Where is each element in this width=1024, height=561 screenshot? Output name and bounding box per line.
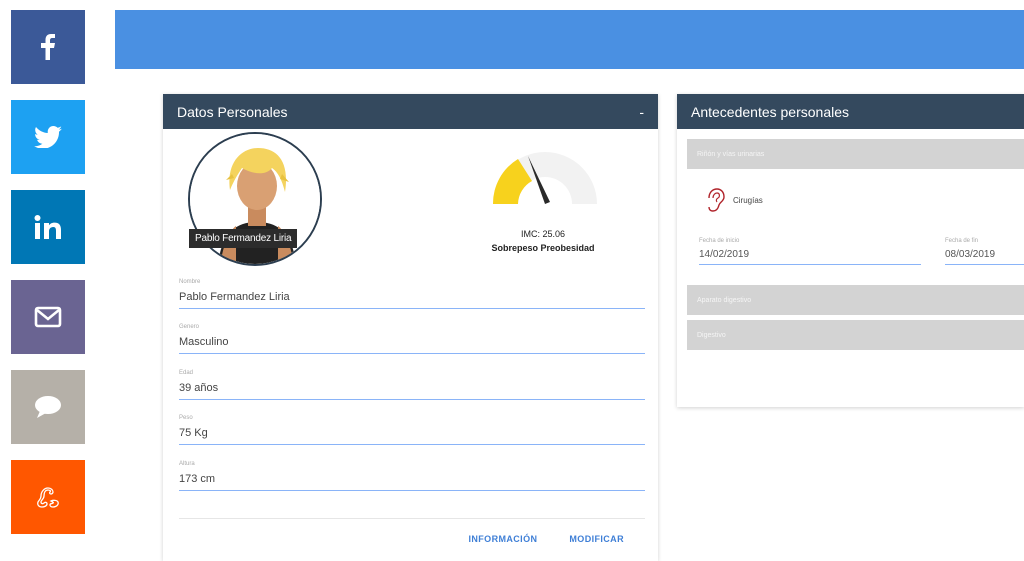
facebook-icon xyxy=(41,34,55,60)
age-value[interactable]: 39 años xyxy=(179,378,645,400)
comment-button[interactable] xyxy=(11,370,85,444)
age-label: Edad xyxy=(179,370,194,376)
gender-field[interactable]: Genero Masculino xyxy=(179,324,645,354)
height-value[interactable]: 173 cm xyxy=(179,469,645,491)
modify-button[interactable]: MODIFICAR xyxy=(569,534,624,544)
name-field[interactable]: Nombre Pablo Fermandez Liria xyxy=(179,279,645,309)
mail-button[interactable] xyxy=(11,280,85,354)
section-digestive-system-label: Aparato digestivo xyxy=(697,296,752,304)
card-actions: INFORMACIÓN MODIFICAR xyxy=(468,534,624,544)
weight-value[interactable]: 75 Kg xyxy=(179,423,645,445)
bmi-readout: IMC: 25.06 Sobrepeso Preobesidad xyxy=(468,227,618,255)
age-field[interactable]: Edad 39 años xyxy=(179,370,645,400)
information-button[interactable]: INFORMACIÓN xyxy=(468,534,537,544)
twitter-button[interactable] xyxy=(11,100,85,174)
end-date-value[interactable]: 08/03/2019 xyxy=(945,246,1024,265)
height-label: Altura xyxy=(179,461,195,467)
personal-data-title: Datos Personales xyxy=(177,103,288,120)
height-field[interactable]: Altura 173 cm xyxy=(179,461,645,491)
reddit-icon xyxy=(37,487,59,508)
section-digestive-system[interactable]: Aparato digestivo xyxy=(687,285,1024,315)
social-sidebar xyxy=(11,10,85,550)
actions-divider xyxy=(179,518,645,519)
section-kidney[interactable]: Riñón y vías urinarias xyxy=(687,139,1024,169)
bmi-category: Sobrepeso Preobesidad xyxy=(491,243,595,253)
start-date-field[interactable]: Fecha de inicio 14/02/2019 xyxy=(699,238,921,265)
facebook-button[interactable] xyxy=(11,10,85,84)
linkedin-button[interactable] xyxy=(11,190,85,264)
section-kidney-label: Riñón y vías urinarias xyxy=(697,150,765,158)
ear-icon xyxy=(708,188,725,212)
personal-data-header: Datos Personales - xyxy=(163,94,658,129)
section-digestive-label: Digestivo xyxy=(697,331,726,339)
linkedin-icon xyxy=(34,215,61,239)
bmi-value: IMC: 25.06 xyxy=(520,229,566,239)
gender-label: Genero xyxy=(179,324,200,330)
comment-icon xyxy=(35,396,61,418)
collapse-button[interactable]: - xyxy=(639,104,644,120)
weight-field[interactable]: Peso 75 Kg xyxy=(179,415,645,445)
start-date-value[interactable]: 14/02/2019 xyxy=(699,246,921,265)
end-date-label: Fecha de fin xyxy=(945,238,979,244)
name-value[interactable]: Pablo Fermandez Liria xyxy=(179,287,645,309)
avatar-name-label: Pablo Fermandez Liria xyxy=(189,229,298,248)
bmi-gauge xyxy=(492,152,597,204)
reddit-button[interactable] xyxy=(11,460,85,534)
personal-history-card: Antecedentes personales Riñón y vías uri… xyxy=(677,94,1024,407)
surgery-label: Cirugías xyxy=(733,195,763,205)
start-date-label: Fecha de inicio xyxy=(699,238,740,244)
weight-label: Peso xyxy=(179,415,193,421)
mail-icon xyxy=(34,306,62,328)
section-digestive[interactable]: Digestivo xyxy=(687,320,1024,350)
name-label: Nombre xyxy=(179,279,201,285)
twitter-icon xyxy=(34,126,62,148)
surgery-item: Cirugías xyxy=(705,188,763,212)
section-kidney-body: Cirugías Fecha de inicio 14/02/2019 Fech… xyxy=(687,172,1024,282)
top-bar xyxy=(115,10,1024,69)
personal-data-card: Datos Personales - Pablo Fermandez Liria… xyxy=(163,94,658,561)
personal-history-header: Antecedentes personales xyxy=(677,94,1024,129)
end-date-field[interactable]: Fecha de fin 08/03/2019 xyxy=(945,238,1024,265)
gender-value[interactable]: Masculino xyxy=(179,332,645,354)
personal-history-title: Antecedentes personales xyxy=(691,103,849,120)
